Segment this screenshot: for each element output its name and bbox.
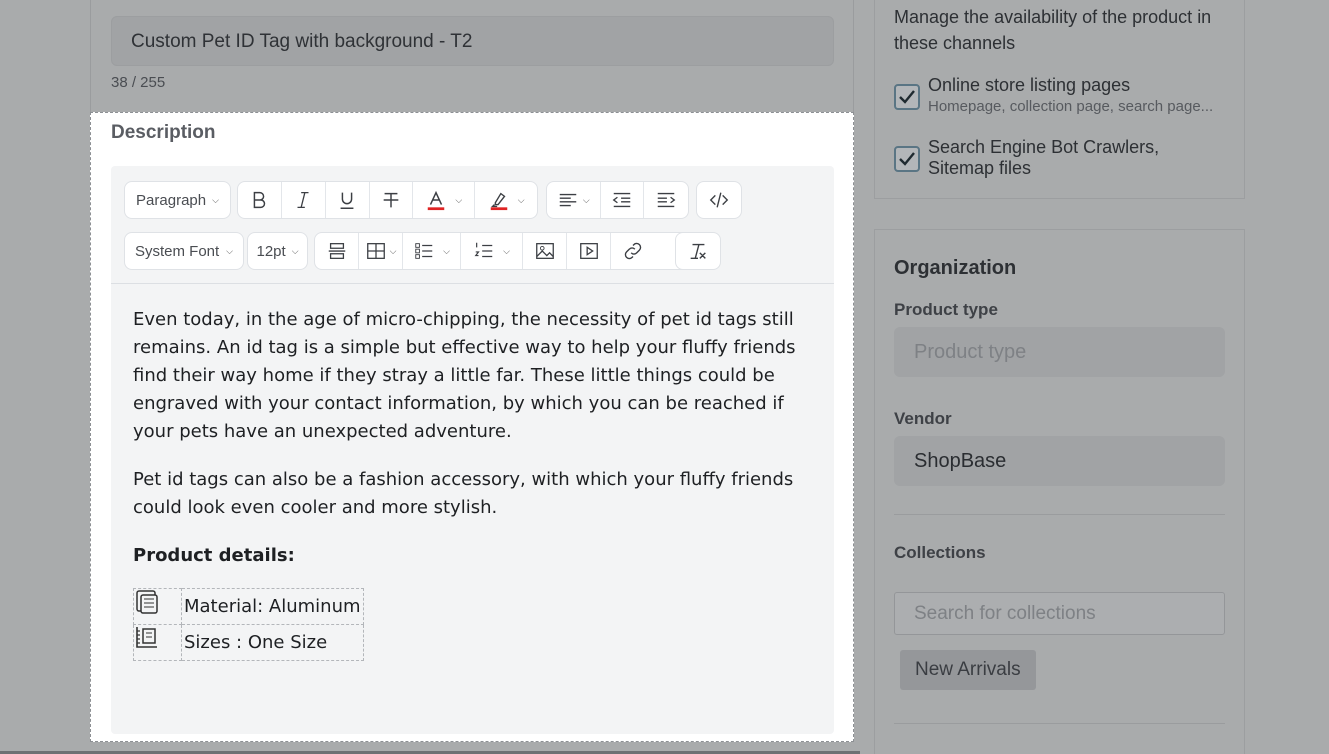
clear-formatting-button[interactable] [676,233,720,269]
editor-toolbar: Paragraph ⌵ ⌵ ⌵ ⌵ System Font ⌵ 12pt ⌵ ⌵… [111,166,834,284]
online-store-sublabel: Homepage, collection page, search page..… [928,98,1214,115]
chevron-down-icon: ⌵ [582,194,590,205]
font-size-select[interactable]: 12pt ⌵ [247,232,308,270]
chevron-down-icon: ⌵ [443,245,450,256]
insert-button-group: ⌵ ⌵ ⌵ [314,232,719,270]
format-button-group: ⌵ ⌵ [237,181,538,219]
search-engine-label: Search Engine Bot Crawlers, Sitemap file… [928,137,1160,178]
source-code-group [696,181,742,219]
strikethrough-button[interactable] [370,182,414,218]
chip-icon [136,590,158,614]
chevron-down-icon: ⌵ [389,245,397,256]
underline-button[interactable] [326,182,370,218]
clear-format-group [675,232,721,270]
table-row: Sizes : One Size [133,624,364,661]
underline-icon [340,192,354,209]
product-detail-size: Sizes : One Size [181,624,364,661]
collections-search-input[interactable]: Search for collections [894,592,1225,635]
title-char-count: 38 / 255 [111,74,166,91]
product-type-input[interactable]: Product type [894,327,1225,377]
insert-link-button[interactable] [611,233,655,269]
outdent-button[interactable] [601,182,645,218]
bullet-list-icon [415,243,433,259]
vendor-label: Vendor [894,409,952,428]
product-detail-material: Material: Aluminum [181,588,364,625]
text-color-button[interactable]: ⌵ [413,182,476,218]
indent-button[interactable] [644,182,688,218]
product-details-heading: Product details: [133,545,295,566]
font-family-value: System Font [135,242,220,260]
strikethrough-icon [383,192,399,208]
italic-button[interactable] [282,182,326,218]
divider [894,723,1225,724]
code-icon [709,192,729,208]
source-code-button[interactable] [697,182,741,218]
table-row: Material: Aluminum [133,588,364,625]
bold-button[interactable] [238,182,282,218]
product-details-table: Material: Aluminum Sizes : One Size [133,588,364,661]
vendor-input[interactable]: ShopBase [894,436,1225,486]
sales-channels-card: Manage the availability of the product i… [874,0,1245,199]
outdent-icon [612,192,631,208]
video-icon [579,243,598,259]
chevron-down-icon: ⌵ [503,245,510,256]
channels-description: Manage the availability of the product i… [894,7,1212,53]
align-button[interactable]: ⌵ [547,182,601,218]
insert-media-button[interactable] [567,233,611,269]
bold-icon [254,191,266,209]
horizontal-rule-button[interactable] [315,233,359,269]
search-engine-checkbox[interactable] [894,146,920,172]
font-size-value: 12pt [256,242,286,260]
editor-content[interactable]: Even today, in the age of micro-chipping… [133,306,823,661]
description-label: Description [111,122,216,143]
size-icon [136,627,157,648]
block-format-value: Paragraph [136,191,207,209]
italic-icon [297,192,309,208]
chevron-down-icon: ⌵ [455,194,463,205]
clear-formatting-icon [690,243,706,260]
numbered-list-button[interactable]: ⌵ [461,233,523,269]
highlighter-icon [490,192,507,211]
collection-tag[interactable]: New Arrivals [900,650,1036,690]
product-title-card: Custom Pet ID Tag with background - T2 3… [90,0,854,112]
chevron-down-icon: ⌵ [226,245,233,256]
insert-image-button[interactable] [523,233,567,269]
organization-title: Organization [894,257,1017,279]
chevron-down-icon: ⌵ [517,194,525,205]
indent-icon [657,192,676,208]
chevron-down-icon: ⌵ [212,194,219,205]
online-store-label: Online store listing pages [928,75,1131,95]
numbered-list-icon [474,242,493,258]
online-store-checkbox[interactable] [894,84,920,110]
table-icon [366,243,385,259]
collections-label: Collections [894,543,986,562]
align-left-icon [559,193,577,207]
checkmark-icon [899,152,915,166]
alignment-indent-group: ⌵ [546,181,689,219]
divider [894,514,1225,515]
rich-text-editor: Paragraph ⌵ ⌵ ⌵ ⌵ System Font ⌵ 12pt ⌵ ⌵… [111,166,834,734]
product-type-label: Product type [894,300,998,319]
table-button[interactable]: ⌵ [359,233,403,269]
text-color-icon [428,190,445,211]
checkmark-icon [899,90,915,104]
description-section: Description Paragraph ⌵ ⌵ ⌵ ⌵ System Fon… [90,112,854,742]
product-title-input[interactable]: Custom Pet ID Tag with background - T2 [111,16,834,66]
image-icon [535,243,554,259]
block-format-select[interactable]: Paragraph ⌵ [124,181,231,219]
bullet-list-button[interactable]: ⌵ [403,233,461,269]
font-family-select[interactable]: System Font ⌵ [124,232,244,270]
horizontal-rule-icon [328,243,345,259]
chevron-down-icon: ⌵ [291,245,299,256]
highlight-color-button[interactable]: ⌵ [475,182,537,218]
link-icon [624,242,642,260]
description-paragraph: Even today, in the age of micro-chipping… [133,309,796,442]
organization-card: Organization Product type Product type V… [874,229,1245,754]
description-paragraph: Pet id tags can also be a fashion access… [133,469,794,518]
